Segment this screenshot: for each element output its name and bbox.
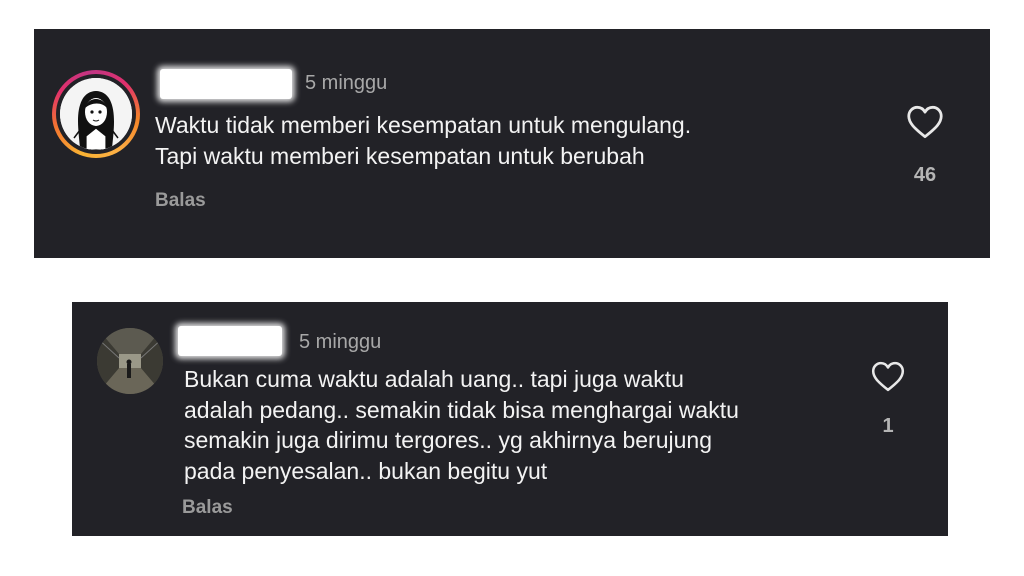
reply-button[interactable]: Balas xyxy=(182,497,233,519)
heart-icon[interactable] xyxy=(906,105,944,139)
like-count: 1 xyxy=(882,415,894,437)
comment-text: Bukan cuma waktu adalah uang.. tapi juga… xyxy=(184,366,739,484)
comment-timestamp: 5 minggu xyxy=(299,331,382,353)
comment-text: Waktu tidak memberi kesempatan untuk men… xyxy=(155,112,692,169)
avatar-photo-icon xyxy=(97,328,163,394)
like-count: 46 xyxy=(913,164,937,186)
heart-icon[interactable] xyxy=(871,361,905,392)
avatar-illustration-icon xyxy=(60,78,132,150)
comment-card: 5 minggu Waktu tidak memberi kesempatan … xyxy=(34,29,990,258)
avatar[interactable] xyxy=(97,328,163,394)
comment-card: 5 minggu Bukan cuma waktu adalah uang.. … xyxy=(72,302,948,536)
reply-button[interactable]: Balas xyxy=(155,190,206,212)
comment-timestamp: 5 minggu xyxy=(305,72,388,94)
avatar[interactable] xyxy=(60,78,132,150)
redacted-username xyxy=(178,326,282,356)
redacted-username xyxy=(160,69,292,99)
story-ring[interactable] xyxy=(52,70,140,158)
